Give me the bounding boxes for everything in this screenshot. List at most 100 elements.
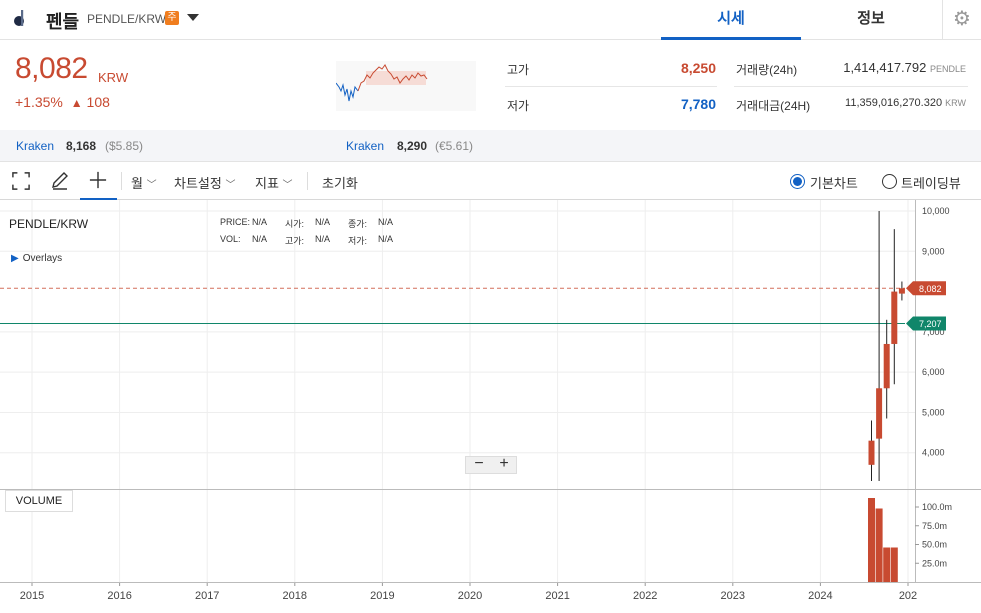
x-tick-label: 2020 xyxy=(458,590,482,602)
y-tick-label: 9,000 xyxy=(922,246,945,256)
settings-gear-icon[interactable]: ⚙ xyxy=(942,0,981,40)
candle-body xyxy=(898,288,905,294)
period-select[interactable]: 월 ﹀ xyxy=(131,173,157,192)
chevron-down-icon: ﹀ xyxy=(225,180,236,191)
legend-close-value: N/A xyxy=(378,217,394,227)
chevron-down-icon: ﹀ xyxy=(146,180,157,191)
zoom-in-button[interactable]: + xyxy=(492,455,516,473)
legend-low-label: 저가: xyxy=(348,236,368,246)
top-bar: 펜들 PENDLE/KRW 주 시세 정보 ⚙ xyxy=(0,0,981,40)
volume-24h-label: 거래량(24h) xyxy=(736,63,798,77)
amount-24h-number: 11,359,016,270.320 xyxy=(845,97,943,109)
coin-name: 펜들 xyxy=(46,12,80,32)
volume-24h-value: 1,414,417.792 PENDLE xyxy=(810,60,966,75)
coin-select-dropdown-icon[interactable] xyxy=(187,14,199,21)
exchange-foreign-price: (€5.61) xyxy=(435,139,474,153)
y-tick-label: 10,000 xyxy=(922,206,950,216)
legend-open-label: 시가: xyxy=(285,219,305,229)
amount-24h-value: 11,359,016,270.320 KRW xyxy=(810,97,966,109)
change-rate: +1.35% xyxy=(15,94,63,110)
price-change: +1.35% ▲ 108 xyxy=(15,94,110,110)
chevron-down-icon: ﹀ xyxy=(282,180,293,191)
exchange-price: 8,168 xyxy=(66,139,97,153)
period-select-label: 월 xyxy=(131,176,143,191)
amount-24h-label: 거래대금(24H) xyxy=(736,99,811,113)
stats-divider xyxy=(734,86,968,87)
chart-settings-select[interactable]: 차트설정 ﹀ xyxy=(174,173,235,192)
legend-price-label: PRICE: xyxy=(220,217,251,227)
x-tick-label: 2023 xyxy=(721,590,745,602)
mini-price-chart xyxy=(336,61,476,111)
volume-bar xyxy=(883,547,891,582)
x-tick-label: 2019 xyxy=(370,590,394,602)
legend-vol-label: VOL: xyxy=(220,234,241,244)
fullscreen-icon[interactable] xyxy=(12,172,30,190)
zoom-control: − + xyxy=(465,455,517,474)
candle-body xyxy=(876,388,883,439)
legend-high-label: 고가: xyxy=(285,236,305,246)
high-label: 고가 xyxy=(507,63,530,77)
toolbar-separator xyxy=(121,172,122,190)
x-tick-label: 2018 xyxy=(283,590,307,602)
y-tick-label: 4,000 xyxy=(922,448,945,458)
legend-vol-value: N/A xyxy=(252,234,268,244)
tab-info[interactable]: 정보 xyxy=(801,0,941,40)
chart-legend-title: PENDLE/KRW xyxy=(9,217,89,231)
stats-divider xyxy=(505,86,717,87)
indicators-label: 지표 xyxy=(255,176,279,191)
reference-price-label: 7,207 xyxy=(919,319,942,329)
overlays-label: Overlays xyxy=(22,253,63,264)
low-value: 7,780 xyxy=(680,96,716,112)
exchange-name[interactable]: Kraken xyxy=(346,139,384,153)
current-price-label: 8,082 xyxy=(919,284,942,294)
x-tick-label: 2024 xyxy=(808,590,832,602)
exchange-name[interactable]: Kraken xyxy=(16,139,54,153)
volume-24h-number: 1,414,417.792 xyxy=(843,60,927,75)
expand-triangle-icon: ▶ xyxy=(11,253,19,264)
tab-quote[interactable]: 시세 xyxy=(661,0,801,40)
reset-button[interactable]: 초기화 xyxy=(322,173,358,192)
volume-bar xyxy=(890,547,898,582)
price-chart-area[interactable]: 2015 2016 2017 2018 2019 2020 2021 2022 2023 2024… xyxy=(0,200,981,613)
volume-tick-label: 50.0m xyxy=(922,540,947,550)
caution-badge: 주 xyxy=(165,11,179,25)
volume-bar xyxy=(868,498,875,582)
candle-body xyxy=(883,343,890,389)
x-tick-label: 2017 xyxy=(195,590,219,602)
amount-24h-unit: KRW xyxy=(945,98,966,108)
tradingview-radio[interactable] xyxy=(882,174,897,189)
coin-pair: PENDLE/KRW xyxy=(87,12,167,26)
pendle-logo-icon xyxy=(14,10,24,26)
indicators-select[interactable]: 지표 ﹀ xyxy=(255,173,293,192)
candle-body xyxy=(891,291,898,344)
x-tick-label: 2016 xyxy=(107,590,131,602)
current-price: 8,082 xyxy=(15,52,88,85)
volume-tick-label: 25.0m xyxy=(922,558,947,568)
x-tick-label: 202 xyxy=(899,590,917,602)
exchange-reference-row: Kraken 8,168 ($5.85) Kraken 8,290 (€5.61… xyxy=(0,130,981,161)
pencil-draw-icon[interactable] xyxy=(50,171,70,191)
legend-close-label: 종가: xyxy=(348,219,368,229)
crosshair-icon xyxy=(89,171,107,189)
x-tick-label: 2021 xyxy=(545,590,569,602)
legend-price-value: N/A xyxy=(252,217,268,227)
volume-bar xyxy=(875,508,883,582)
price-unit: KRW xyxy=(98,70,129,85)
change-arrow-icon: ▲ xyxy=(70,96,83,110)
volume-panel-label: VOLUME xyxy=(5,490,73,512)
zoom-out-button[interactable]: − xyxy=(467,455,491,473)
candlestick-chart[interactable]: 2015 2016 2017 2018 2019 2020 2021 2022 2023 2024… xyxy=(0,200,981,613)
crosshair-tool[interactable] xyxy=(80,162,117,200)
candle-body xyxy=(868,440,875,465)
overlays-toggle[interactable]: ▶ Overlays xyxy=(11,253,62,264)
basic-chart-radio[interactable] xyxy=(790,174,805,189)
volume-tick-label: 100.0m xyxy=(922,502,952,512)
y-tick-label: 5,000 xyxy=(922,407,945,417)
legend-low-value: N/A xyxy=(378,234,394,244)
basic-chart-label[interactable]: 기본차트 xyxy=(810,173,858,192)
change-value: 108 xyxy=(86,94,110,110)
chart-toolbar: 월 ﹀ 차트설정 ﹀ 지표 ﹀ 초기화 기본차트 트레이딩뷰 xyxy=(0,161,981,200)
legend-high-value: N/A xyxy=(315,234,331,244)
toolbar-separator xyxy=(307,172,308,190)
tradingview-label[interactable]: 트레이딩뷰 xyxy=(901,173,961,192)
